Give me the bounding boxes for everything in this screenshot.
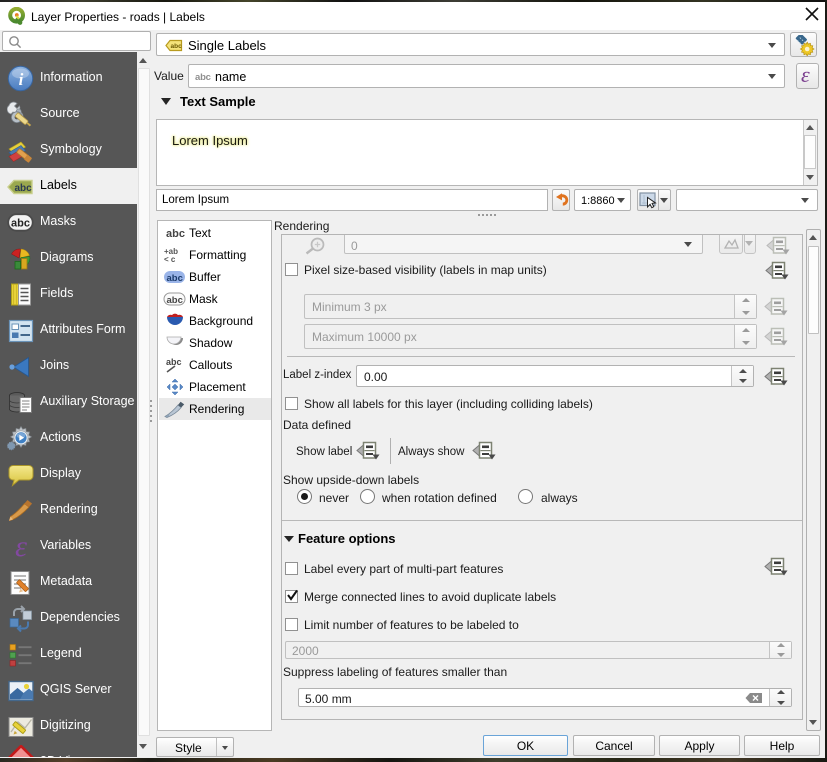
svg-text:abc: abc bbox=[167, 295, 183, 306]
svg-text:abc: abc bbox=[171, 43, 183, 50]
svg-text:abc: abc bbox=[11, 218, 30, 230]
svg-text:abc: abc bbox=[15, 183, 33, 194]
svg-text:< c: < c bbox=[164, 255, 176, 264]
svg-text:i: i bbox=[19, 70, 24, 89]
svg-text:abc: abc bbox=[166, 228, 185, 240]
svg-text:abc: abc bbox=[166, 357, 182, 367]
svg-text:abc: abc bbox=[167, 273, 183, 284]
svg-text:ε: ε bbox=[15, 531, 27, 561]
